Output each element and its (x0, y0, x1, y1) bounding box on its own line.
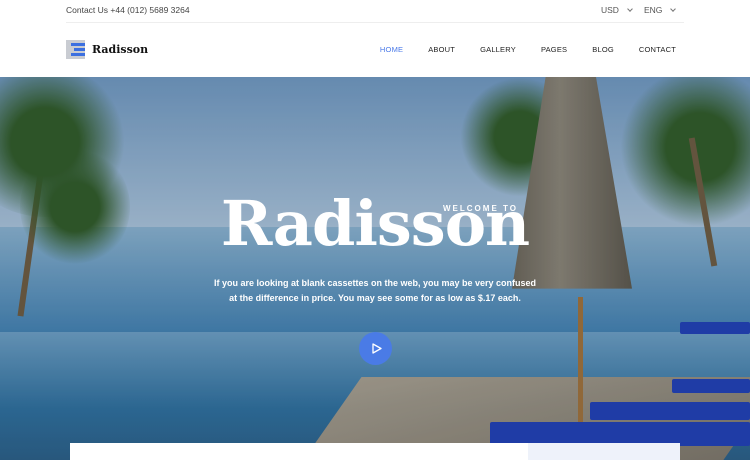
hero-overlay (0, 77, 750, 460)
main-navbar: Radisson HOME ABOUT GALLERY PAGES BLOG C… (0, 23, 750, 77)
nav-item-contact[interactable]: CONTACT (639, 45, 676, 54)
play-icon (371, 343, 382, 354)
chevron-down-icon (627, 5, 633, 12)
chevron-down-icon (670, 5, 677, 12)
hero-section: WELCOME TO Radisson If you are looking a… (0, 77, 750, 460)
language-value: ENG (644, 5, 663, 15)
nav-item-home[interactable]: HOME (380, 45, 403, 54)
top-bar: Contact Us +44 (012) 5689 3264 USD ENG (0, 0, 750, 23)
language-selector[interactable]: ENG (644, 5, 677, 15)
play-video-button[interactable] (359, 332, 392, 365)
nav-item-gallery[interactable]: GALLERY (480, 45, 516, 54)
scroll-indicator (742, 69, 750, 77)
nav-item-pages[interactable]: PAGES (541, 45, 567, 54)
currency-value: USD (601, 5, 619, 15)
nav-item-blog[interactable]: BLOG (592, 45, 614, 54)
hero-subtitle: If you are looking at blank cassettes on… (213, 278, 537, 303)
logo-icon (66, 40, 85, 59)
brand-name: Radisson (92, 43, 149, 56)
booking-card-tint (528, 443, 680, 460)
contact-info: Contact Us +44 (012) 5689 3264 (66, 5, 190, 15)
main-menu: HOME ABOUT GALLERY PAGES BLOG CONTACT (380, 45, 676, 54)
currency-selector[interactable]: USD (601, 5, 633, 15)
nav-item-about[interactable]: ABOUT (428, 45, 455, 54)
brand-logo[interactable]: Radisson (66, 40, 148, 59)
hero-title: Radisson (220, 187, 530, 260)
booking-card (70, 443, 680, 460)
